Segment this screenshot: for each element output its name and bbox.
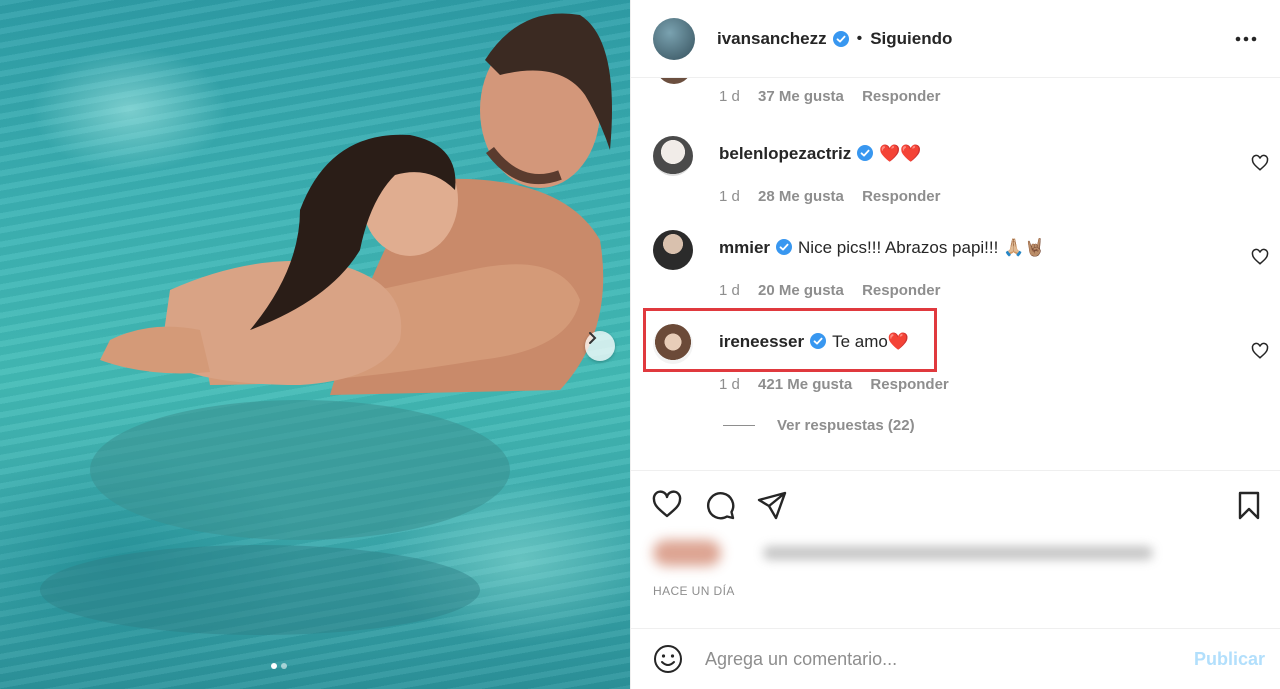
comment-time: 1 d bbox=[719, 88, 740, 105]
reply-link[interactable]: Responder bbox=[862, 88, 940, 105]
comment-likes[interactable]: 421 Me gusta bbox=[758, 376, 852, 393]
comment-avatar[interactable] bbox=[656, 78, 692, 84]
carousel-dot bbox=[271, 663, 277, 669]
more-options-icon bbox=[1235, 36, 1257, 42]
comment-meta: 1 d 28 Me gusta Responder bbox=[719, 188, 954, 205]
paper-plane-icon[interactable] bbox=[756, 489, 788, 521]
more-options-button[interactable] bbox=[1233, 26, 1259, 52]
replies-dash bbox=[723, 425, 755, 426]
heart-icon[interactable] bbox=[651, 489, 683, 521]
likes-summary-blurred bbox=[653, 540, 1153, 566]
comment-icon[interactable] bbox=[704, 489, 736, 521]
comment-username[interactable]: belenlopezactriz bbox=[719, 144, 851, 163]
photo-illustration bbox=[40, 13, 612, 635]
separator-dot: • bbox=[856, 29, 863, 47]
carousel-dot bbox=[281, 663, 287, 669]
chevron-right-icon bbox=[589, 332, 597, 344]
comment-meta: 1 d 421 Me gusta Responder bbox=[719, 376, 963, 393]
post-header: ivansanchezz • Siguiendo bbox=[631, 0, 1280, 78]
author-avatar[interactable] bbox=[653, 17, 695, 60]
post-actions-bar bbox=[631, 470, 1280, 538]
carousel-next-button[interactable] bbox=[585, 331, 615, 361]
comment-likes[interactable]: 37 Me gusta bbox=[758, 88, 844, 105]
comment-likes[interactable]: 28 Me gusta bbox=[758, 188, 844, 205]
comment-avatar[interactable] bbox=[653, 136, 693, 176]
view-replies-link[interactable]: Ver respuestas (22) bbox=[723, 417, 915, 434]
comment-time: 1 d bbox=[719, 282, 740, 299]
carousel-dots bbox=[271, 663, 287, 669]
comment-line: mmier Nice pics!!! Abrazos papi!!! 🙏🏼🤘🏽 bbox=[719, 238, 1045, 258]
comment-time: 1 d bbox=[719, 376, 740, 393]
verified-badge-icon bbox=[857, 145, 874, 161]
highlight-box bbox=[643, 308, 937, 372]
comment-text: Nice pics!!! Abrazos papi!!! 🙏🏼🤘🏽 bbox=[798, 238, 1046, 257]
comment-text: ❤️❤️ bbox=[879, 144, 922, 163]
post-side-panel: ivansanchezz • Siguiendo 1 d 37 Me gusta… bbox=[630, 0, 1280, 689]
comment-meta: 1 d 37 Me gusta Responder bbox=[719, 88, 954, 105]
blurred-likes-text bbox=[763, 546, 1153, 560]
heart-icon[interactable] bbox=[1251, 154, 1269, 172]
comment-avatar[interactable] bbox=[653, 230, 693, 270]
reply-link[interactable]: Responder bbox=[870, 376, 948, 393]
comment-time: 1 d bbox=[719, 188, 740, 205]
follow-status-button[interactable]: Siguiendo bbox=[870, 29, 952, 49]
comment-input[interactable] bbox=[705, 648, 1145, 670]
emoji-icon[interactable] bbox=[653, 644, 683, 674]
comment-composer: Publicar bbox=[631, 628, 1280, 689]
comment-item: mmier Nice pics!!! Abrazos papi!!! 🙏🏼🤘🏽 1… bbox=[631, 230, 1280, 320]
publish-button[interactable]: Publicar bbox=[1194, 649, 1265, 670]
comment-likes[interactable]: 20 Me gusta bbox=[758, 282, 844, 299]
reply-link[interactable]: Responder bbox=[862, 282, 940, 299]
heart-icon[interactable] bbox=[1251, 248, 1269, 266]
post-timestamp: HACE UN DÍA bbox=[653, 584, 735, 598]
view-replies-label: Ver respuestas (22) bbox=[777, 417, 915, 434]
reply-link[interactable]: Responder bbox=[862, 188, 940, 205]
comments-list[interactable]: 1 d 37 Me gusta Responder belenlopezactr… bbox=[631, 78, 1280, 470]
heart-icon[interactable] bbox=[1251, 342, 1269, 360]
verified-badge-icon bbox=[776, 239, 793, 255]
verified-badge-icon bbox=[832, 30, 849, 47]
comment-item: belenlopezactriz ❤️❤️ 1 d 28 Me gusta Res… bbox=[631, 136, 1280, 226]
bookmark-icon[interactable] bbox=[1233, 489, 1265, 521]
comment-meta: 1 d 20 Me gusta Responder bbox=[719, 282, 954, 299]
comment-line: belenlopezactriz ❤️❤️ bbox=[719, 144, 922, 164]
blurred-avatar bbox=[653, 540, 721, 566]
author-username[interactable]: ivansanchezz bbox=[717, 29, 827, 49]
comment-username[interactable]: mmier bbox=[719, 238, 770, 257]
post-photo[interactable] bbox=[0, 0, 630, 689]
